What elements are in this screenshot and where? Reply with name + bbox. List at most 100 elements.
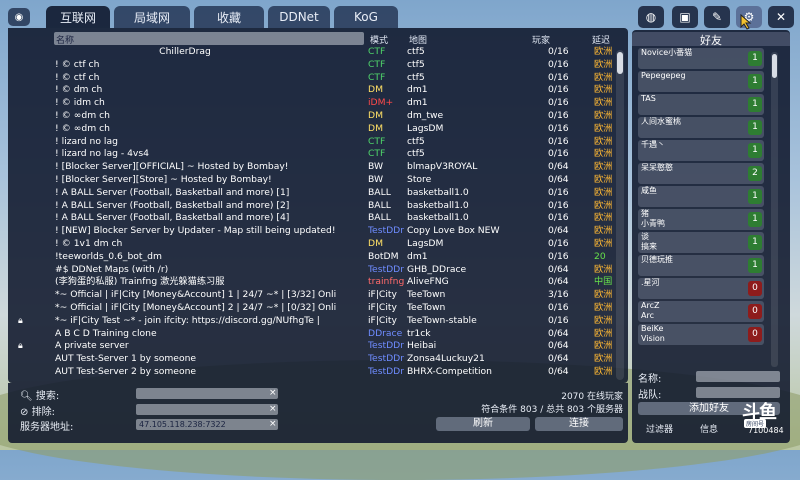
friends-scrollbar[interactable] bbox=[771, 52, 778, 367]
server-row[interactable]: ! A BALL Server (Football, Basketball an… bbox=[8, 187, 618, 200]
friend-item[interactable]: .星河 0 bbox=[638, 278, 764, 299]
header-name: 名称 bbox=[56, 36, 75, 46]
server-row[interactable]: ! © ∞dm ch DM LagsDM 0/16 欧洲 bbox=[8, 123, 618, 136]
server-row[interactable]: ! A BALL Server (Football, Basketball an… bbox=[8, 200, 618, 213]
address-input[interactable]: 47.105.118.238:7322 bbox=[136, 419, 278, 430]
friends-scrollbar-thumb[interactable] bbox=[772, 54, 777, 78]
server-row[interactable]: #$ DDNet Maps (with /r) TestDDr GHB_DDrace… bbox=[8, 264, 618, 277]
header-map[interactable]: 地图 bbox=[409, 33, 427, 46]
close-button[interactable]: ✕ bbox=[768, 6, 794, 28]
server-row[interactable]: ! [NEW] Blocker Server by Updater - Map … bbox=[8, 225, 618, 238]
friend-online-count: 1 bbox=[748, 212, 762, 227]
server-name: ChillerDrag bbox=[159, 46, 211, 57]
server-row[interactable]: ! © ∞dm ch DM dm_twe 0/16 欧洲 bbox=[8, 110, 618, 123]
friend-item[interactable]: 谈搞来 1 bbox=[638, 232, 764, 253]
friend-item[interactable]: 咸鱼 1 bbox=[638, 186, 764, 207]
server-map: Zonsa4Luckuy21 bbox=[407, 353, 485, 365]
address-label: 服务器地址: bbox=[20, 422, 74, 433]
home-button[interactable]: ◉ bbox=[8, 8, 30, 26]
friend-item[interactable]: ArcZ Arc 0 bbox=[638, 301, 764, 322]
server-list-scrollbar[interactable] bbox=[616, 50, 624, 380]
server-row[interactable]: ! © ctf ch CTF ctf5 0/16 欧洲 bbox=[8, 59, 618, 72]
server-row[interactable]: ! [Blocker Server][Store] ~ Hosted by Bo… bbox=[8, 174, 618, 187]
tab-internet[interactable]: 互联网 bbox=[46, 6, 110, 28]
server-row[interactable]: ! © idm ch iDM+ dm1 0/16 欧洲 bbox=[8, 97, 618, 110]
clear-address-icon[interactable]: × bbox=[269, 419, 277, 430]
friend-item[interactable]: 人间水蜜桃 1 bbox=[638, 117, 764, 138]
friend-item[interactable]: BeiKe Vision 0 bbox=[638, 324, 764, 345]
clear-exclude-icon[interactable]: × bbox=[269, 404, 277, 415]
header-ping[interactable]: 延迟 bbox=[592, 33, 610, 46]
server-row[interactable]: 🔒︎ *~ iF|City Test ~* - join ifcity: http… bbox=[8, 315, 618, 328]
server-row[interactable]: *~ Official | iF|City [Money&Account] 1 … bbox=[8, 289, 618, 302]
friend-online-count: 1 bbox=[748, 189, 762, 204]
server-row[interactable]: ChillerDrag CTF ctf5 0/16 欧洲 bbox=[8, 46, 618, 59]
server-name: ! © ctf ch bbox=[55, 71, 100, 83]
server-row[interactable]: ! © ctf ch CTF ctf5 0/16 欧洲 bbox=[8, 72, 618, 85]
refresh-button[interactable]: 刷新 bbox=[436, 417, 530, 431]
server-row[interactable]: ! A BALL Server (Football, Basketball an… bbox=[8, 212, 618, 225]
pencil-icon: ✎ bbox=[711, 10, 723, 24]
server-ping: 欧洲 bbox=[594, 340, 613, 352]
friend-item[interactable]: Novice小番猫 1 bbox=[638, 48, 764, 69]
tab-favorites[interactable]: 收藏 bbox=[194, 6, 264, 28]
friend-item[interactable]: 猪小青鸭 1 bbox=[638, 209, 764, 230]
server-mode: CTF bbox=[368, 135, 386, 147]
globe-button[interactable]: ◍ bbox=[638, 6, 664, 28]
server-players: 0/16 bbox=[548, 148, 569, 160]
server-row[interactable]: ! [Blocker Server][OFFICIAL] ~ Hosted by… bbox=[8, 161, 618, 174]
name-column-header[interactable] bbox=[54, 32, 364, 45]
friend-clan-input[interactable] bbox=[696, 387, 780, 398]
server-count: 符合条件 803 / 总共 803 个服务器 bbox=[481, 405, 623, 415]
editor-button[interactable]: ✎ bbox=[704, 6, 730, 28]
server-name: ! [NEW] Blocker Server by Updater - Map … bbox=[55, 225, 336, 237]
demo-button[interactable]: ▣ bbox=[672, 6, 698, 28]
server-players: 0/16 bbox=[548, 84, 569, 96]
server-players: 0/16 bbox=[548, 238, 569, 249]
filter-tab[interactable]: 过滤器 bbox=[646, 422, 673, 435]
friend-item[interactable]: Pepegepeg 1 bbox=[638, 71, 764, 92]
friend-item[interactable]: 呆呆憨憨 2 bbox=[638, 163, 764, 184]
server-players: 0/64 bbox=[548, 161, 569, 173]
exclude-input[interactable] bbox=[136, 404, 278, 415]
server-map: Heibai bbox=[407, 340, 437, 352]
server-players: 0/16 bbox=[548, 302, 569, 313]
server-row[interactable]: AUT Test-Server 2 by someone TestDDr BHRX-… bbox=[8, 366, 618, 379]
search-input[interactable] bbox=[136, 388, 278, 399]
friend-item[interactable]: 贝德玩推 1 bbox=[638, 255, 764, 276]
server-ping: 欧洲 bbox=[594, 289, 613, 301]
server-map: ctf5 bbox=[407, 71, 425, 83]
friend-name-input[interactable] bbox=[696, 371, 780, 382]
server-ping: 欧洲 bbox=[594, 46, 613, 57]
server-row[interactable]: ! © 1v1 dm ch DM LagsDM 0/16 欧洲 bbox=[8, 238, 618, 251]
friend-item[interactable]: 千遇丶 1 bbox=[638, 140, 764, 161]
server-row[interactable]: !teeworlds_0.6_bot_dm BotDM dm1 0/16 20 bbox=[8, 251, 618, 264]
server-map: TeeTown bbox=[407, 289, 446, 301]
server-mode: DDrace bbox=[368, 327, 403, 339]
friend-item[interactable]: TAS 1 bbox=[638, 94, 764, 115]
server-row[interactable]: A B C D Training clone DDrace tr1ck 0/64 欧洲 bbox=[8, 328, 618, 341]
tab-lan[interactable]: 局域网 bbox=[114, 6, 190, 28]
server-map: basketball1.0 bbox=[407, 186, 469, 198]
server-row[interactable]: ! lizard no lag - 4vs4 CTF ctf5 0/16 欧洲 bbox=[8, 148, 618, 161]
server-row[interactable]: ! © dm ch DM dm1 0/16 欧洲 bbox=[8, 84, 618, 97]
server-mode: CTF bbox=[368, 71, 386, 83]
scrollbar-thumb[interactable] bbox=[617, 52, 623, 74]
server-map: ctf5 bbox=[407, 148, 425, 160]
server-row[interactable]: 🔒︎ A private server TestDDr Heibai 0/64 欧洲 bbox=[8, 340, 618, 353]
server-row[interactable]: *~ Official | iF|City [Money&Account] 2 … bbox=[8, 302, 618, 315]
header-players[interactable]: 玩家 bbox=[532, 33, 550, 46]
server-row[interactable]: AUT Test-Server 1 by someone TestDDr Zonsa… bbox=[8, 353, 618, 366]
clear-search-icon[interactable]: × bbox=[269, 388, 277, 399]
exclude-icon: ⊘ bbox=[20, 407, 29, 418]
server-row[interactable]: (李狗蛋的私服) Trainfng 激光躲猫练习服 trainfng AliveFN… bbox=[8, 276, 618, 289]
server-row[interactable]: ! lizard no lag CTF ctf5 0/16 欧洲 bbox=[8, 136, 618, 149]
tab-kog[interactable]: KoG bbox=[334, 6, 398, 28]
connect-button[interactable]: 连接 bbox=[535, 417, 623, 431]
server-players: 0/16 bbox=[548, 97, 569, 109]
info-tab[interactable]: 信息 bbox=[700, 422, 718, 435]
tab-ddnet[interactable]: DDNet bbox=[268, 6, 330, 28]
server-name: (李狗蛋的私服) Trainfng 激光躲猫练习服 bbox=[55, 276, 225, 288]
server-mode: iF|City bbox=[368, 314, 397, 326]
header-mode[interactable]: 模式 bbox=[370, 33, 388, 46]
